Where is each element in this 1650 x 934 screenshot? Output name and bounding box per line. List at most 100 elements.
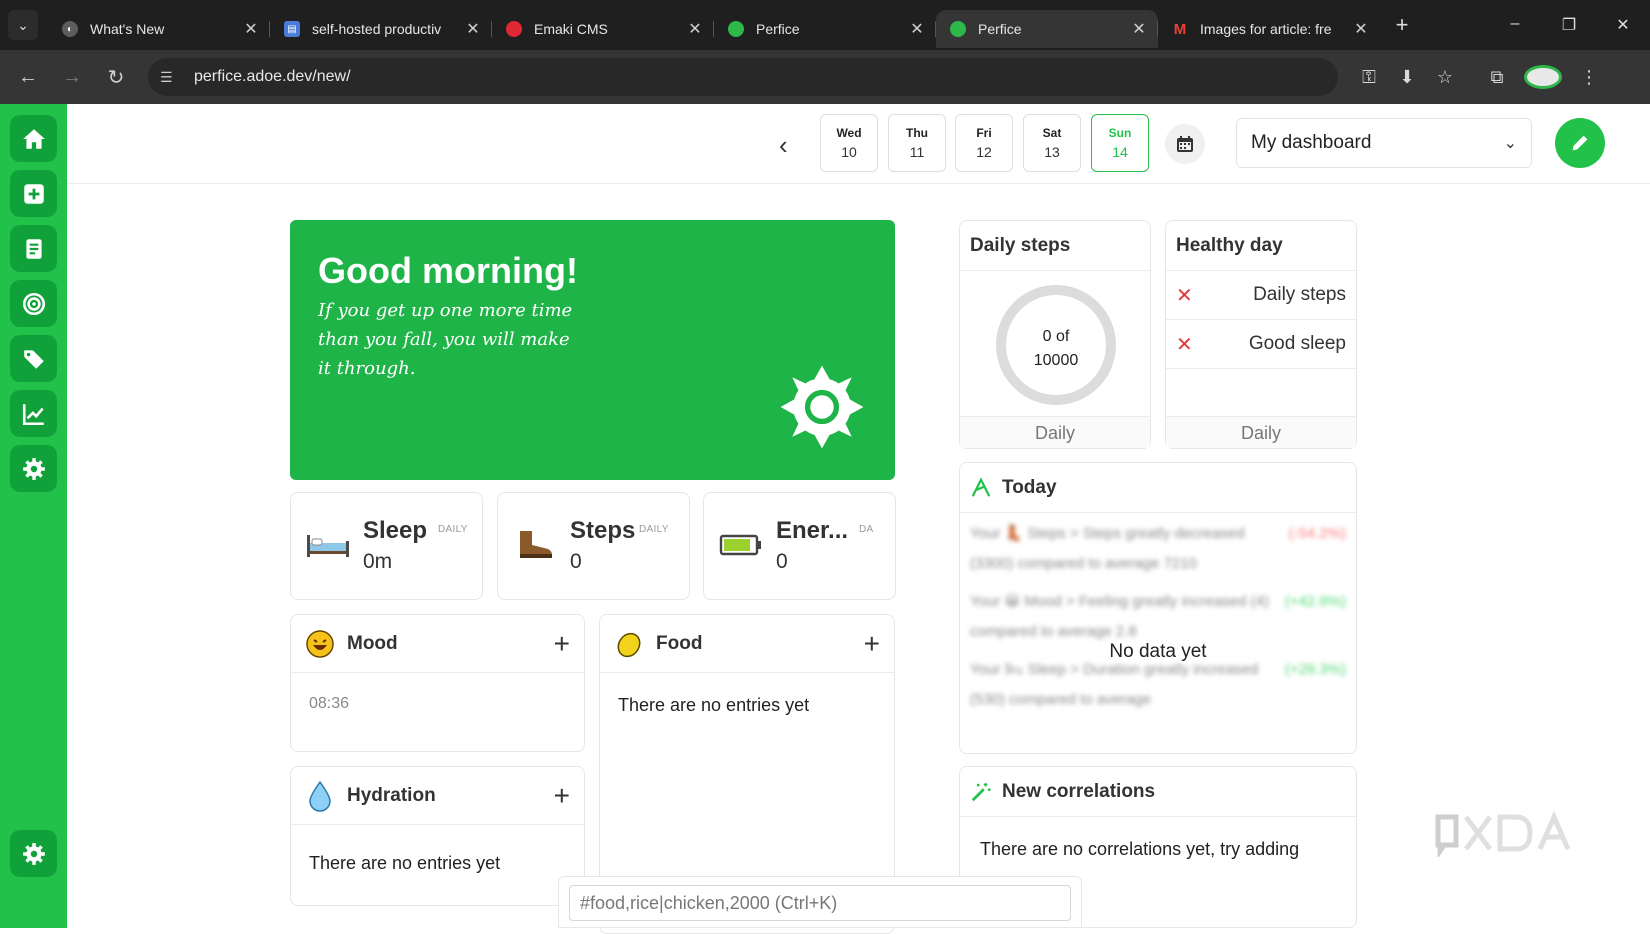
tab-close-icon[interactable]: ✕ — [464, 19, 482, 39]
browser-tab[interactable]: ◐ What's New ✕ — [48, 10, 270, 48]
day-button-sun-selected[interactable]: Sun 14 — [1091, 114, 1149, 172]
edit-pencil-button[interactable] — [1555, 118, 1605, 168]
day-date: 11 — [909, 144, 925, 160]
mood-title: Mood — [347, 632, 398, 654]
motivational-quote: If you get up one more time than you fal… — [318, 300, 573, 379]
daily-steps-widget[interactable]: Daily steps 0 of 10000 Daily — [959, 220, 1151, 449]
hydration-panel-header: Hydration + — [291, 767, 584, 825]
calendar-icon[interactable] — [1165, 124, 1205, 164]
tab-title: Perfice — [756, 21, 800, 37]
previous-week-chevron-icon[interactable]: ‹ — [779, 130, 788, 161]
browser-tab[interactable]: ▤ self-hosted productiv ✕ — [269, 10, 492, 48]
tags-icon[interactable] — [10, 335, 57, 382]
browser-tab[interactable]: Perfice ✕ — [713, 10, 936, 48]
tab-title: What's New — [90, 21, 165, 37]
site-info-icon[interactable]: ☰ — [160, 69, 180, 86]
day-date: 12 — [976, 144, 992, 160]
energy-metric-card[interactable]: Ener... DA 0 — [703, 492, 896, 600]
password-key-icon[interactable]: ⚿ — [1350, 67, 1388, 88]
day-name: Wed — [836, 126, 862, 140]
settings-gear-icon[interactable] — [10, 445, 57, 492]
add-mood-plus-icon[interactable]: + — [554, 628, 570, 660]
metric-name: Sleep — [363, 517, 428, 544]
quick-entry-input[interactable] — [569, 885, 1071, 921]
metric-tag: DAILY — [438, 524, 468, 535]
tab-title: self-hosted productiv — [312, 21, 442, 37]
extensions-puzzle-icon[interactable]: ⧉ — [1478, 67, 1516, 88]
correlations-header: New correlations — [960, 767, 1356, 817]
trend-icon — [971, 476, 991, 497]
tab-close-icon[interactable]: ✕ — [242, 19, 260, 39]
day-name: Sat — [1042, 126, 1062, 140]
restore-icon[interactable]: ❐ — [1542, 15, 1596, 35]
day-button-fri[interactable]: Fri 12 — [955, 114, 1013, 172]
url-text: perfice.adoe.dev/new/ — [194, 68, 351, 85]
day-button-thu[interactable]: Thu 11 — [888, 114, 946, 172]
new-tab-button[interactable]: + — [1388, 12, 1416, 38]
tab-search-chevron-icon[interactable]: ⌄ — [8, 10, 38, 40]
profile-avatar[interactable] — [1524, 65, 1562, 89]
today-title: Today — [1002, 476, 1057, 498]
add-hydration-plus-icon[interactable]: + — [554, 780, 570, 812]
tab-title: Images for article: fre — [1200, 21, 1332, 37]
healthy-day-row: ✕ Daily steps — [1166, 271, 1356, 320]
browser-tab[interactable]: M Images for article: fre ✕ — [1157, 10, 1380, 48]
water-drop-icon — [305, 780, 335, 812]
pencil-icon — [1572, 135, 1588, 151]
browser-toolbar: ← → ↻ ☰ perfice.adoe.dev/new/ ⚿ ⬇ ☆ ⧉ ⋮ — [0, 50, 1650, 104]
app-settings-gear-icon[interactable] — [10, 830, 57, 877]
insight-row: Your 👢 Steps > Steps greatly decreased (… — [970, 519, 1346, 579]
day-name: Fri — [976, 126, 992, 140]
correlations-empty-text: There are no correlations yet, try addin… — [980, 839, 1300, 859]
goals-target-icon[interactable] — [10, 280, 57, 327]
hydration-title: Hydration — [347, 784, 436, 806]
tab-close-icon[interactable]: ✕ — [908, 19, 926, 39]
no-data-overlay: No data yet — [1109, 641, 1207, 662]
today-header: Today — [960, 463, 1356, 513]
day-name: Sun — [1108, 126, 1132, 140]
close-window-icon[interactable]: ✕ — [1596, 15, 1650, 35]
tab-close-icon[interactable]: ✕ — [686, 19, 704, 39]
magic-wand-icon — [971, 782, 991, 801]
address-bar[interactable]: ☰ perfice.adoe.dev/new/ — [148, 58, 1338, 96]
metric-name: Ener... — [776, 517, 849, 544]
analytics-chart-icon[interactable] — [10, 390, 57, 437]
hydration-empty-text: There are no entries yet — [309, 853, 501, 873]
insight-delta: (+29.3%) — [1284, 661, 1346, 678]
healthy-day-widget[interactable]: Healthy day ✕ Daily steps ✕ Good sleep Dai… — [1165, 220, 1357, 449]
dashboard-select-value: My dashboard — [1251, 132, 1372, 153]
browser-tabstrip: ⌄ ◐ What's New ✕ ▤ self-hosted productiv… — [0, 0, 1650, 50]
steps-metric-card[interactable]: Steps DAILY 0 — [497, 492, 690, 600]
tab-close-icon[interactable]: ✕ — [1130, 19, 1148, 39]
insight-text: Your 👢 Steps > Steps greatly decreased (… — [970, 525, 1245, 572]
insight-text: Your 🛏 Sleep > Duration greatly increase… — [970, 661, 1259, 708]
browser-tab[interactable]: Emaki CMS ✕ — [491, 10, 714, 48]
metric-value: 0 — [570, 550, 582, 573]
daily-steps-footer: Daily — [960, 416, 1150, 448]
hydration-panel: Hydration + There are no entries yet — [290, 766, 585, 906]
forward-icon[interactable]: → — [50, 66, 94, 89]
install-app-icon[interactable]: ⬇ — [1388, 67, 1426, 88]
mood-entry-time[interactable]: 08:36 — [291, 673, 584, 735]
back-icon[interactable]: ← — [6, 66, 50, 89]
minimize-icon[interactable]: – — [1488, 15, 1542, 35]
day-button-sat[interactable]: Sat 13 — [1023, 114, 1081, 172]
journal-icon[interactable] — [10, 225, 57, 272]
reload-icon[interactable]: ↻ — [94, 65, 138, 90]
tab-favicon: ◐ — [62, 21, 78, 37]
add-food-plus-icon[interactable]: + — [864, 628, 880, 660]
tab-close-icon[interactable]: ✕ — [1352, 19, 1370, 39]
add-entry-icon[interactable] — [10, 170, 57, 217]
window-controls: – ❐ ✕ — [1488, 15, 1650, 35]
sleep-metric-card[interactable]: Sleep DAILY 0m — [290, 492, 483, 600]
home-icon[interactable] — [10, 115, 57, 162]
correlations-title: New correlations — [1002, 780, 1156, 802]
bookmark-star-icon[interactable]: ☆ — [1426, 67, 1464, 88]
day-button-wed[interactable]: Wed 10 — [820, 114, 878, 172]
dashboard-select[interactable]: My dashboard ⌄ — [1236, 118, 1532, 168]
chevron-down-icon: ⌄ — [1503, 135, 1517, 152]
ring-goal-text: 10000 — [1033, 352, 1079, 369]
menu-kebab-icon[interactable]: ⋮ — [1570, 67, 1608, 88]
browser-tab-active[interactable]: Perfice ✕ — [935, 10, 1158, 48]
daily-steps-title: Daily steps — [960, 221, 1150, 271]
